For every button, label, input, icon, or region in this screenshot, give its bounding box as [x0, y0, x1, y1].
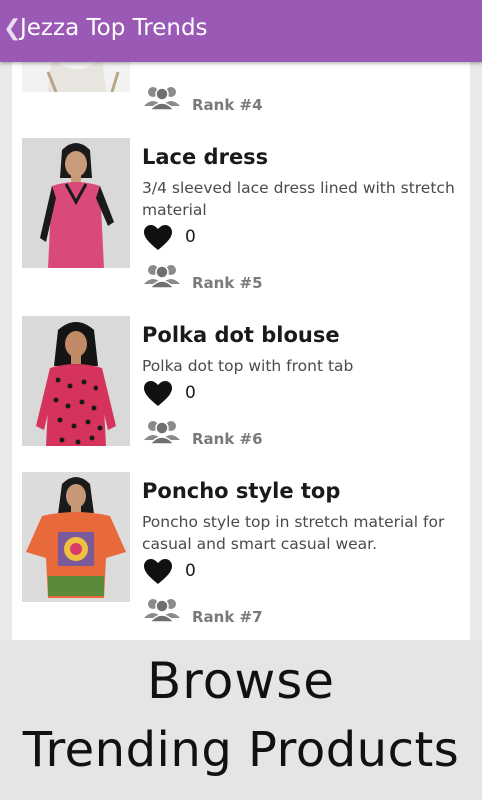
likes-count: 0 — [185, 383, 196, 403]
rank-label: Rank #5 — [192, 274, 263, 292]
promo-banner: Browse Trending Products — [0, 640, 482, 800]
product-image[interactable] — [22, 62, 130, 92]
list-item[interactable]: Polka dot blouse Polka dot top with fron… — [12, 314, 470, 464]
users-icon — [144, 599, 180, 622]
product-image[interactable] — [22, 138, 130, 268]
chevron-left-icon[interactable]: ❮ — [3, 18, 21, 40]
product-description: Poncho style top in stretch material for… — [142, 513, 445, 553]
product-description: 3/4 sleeved lace dress lined with stretc… — [142, 179, 455, 219]
rank-label: Rank #7 — [192, 608, 263, 626]
product-title[interactable]: Lace dress — [142, 145, 268, 169]
list-item[interactable]: Poncho style top Poncho style top in str… — [12, 470, 470, 640]
product-description: Polka dot top with front tab — [142, 357, 354, 375]
rank-label: Rank #4 — [192, 96, 263, 114]
heart-icon[interactable] — [144, 225, 172, 251]
users-icon — [144, 87, 180, 110]
list-item[interactable]: Rank #4 — [12, 62, 470, 122]
product-image[interactable] — [22, 316, 130, 446]
banner-subheading: Trending Products — [22, 722, 460, 778]
heart-icon[interactable] — [144, 559, 172, 585]
users-icon — [144, 265, 180, 288]
heart-icon[interactable] — [144, 381, 172, 407]
list-item[interactable]: Lace dress 3/4 sleeved lace dress lined … — [12, 136, 470, 296]
product-image[interactable] — [22, 472, 130, 602]
app-bar: ❮ Jezza Top Trends — [0, 0, 482, 62]
likes-count: 0 — [185, 561, 196, 581]
users-icon — [144, 421, 180, 444]
product-title[interactable]: Polka dot blouse — [142, 323, 340, 347]
likes-count: 0 — [185, 227, 196, 247]
app-title: Jezza Top Trends — [20, 15, 208, 41]
rank-label: Rank #6 — [192, 430, 263, 448]
product-title[interactable]: Poncho style top — [142, 479, 340, 503]
product-list[interactable]: Rank #4 Lace dress 3/4 sleeved lace dres… — [12, 62, 470, 640]
banner-heading: Browse — [146, 652, 336, 710]
